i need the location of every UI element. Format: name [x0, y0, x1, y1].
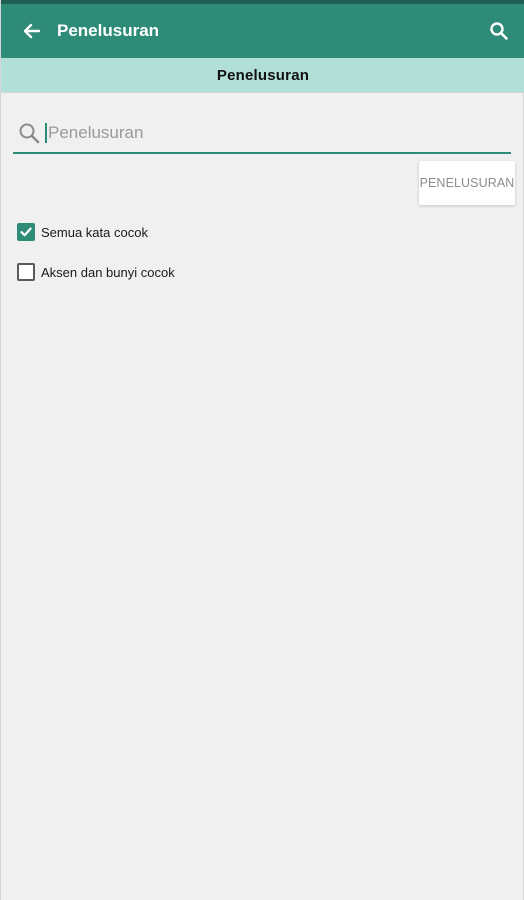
- option-label: Aksen dan bunyi cocok: [41, 264, 175, 280]
- search-submit-button[interactable]: PENELUSURAN: [419, 161, 515, 205]
- search-button[interactable]: [479, 4, 519, 58]
- search-icon: [490, 22, 508, 40]
- checkmark-icon: [20, 227, 32, 237]
- search-input[interactable]: [47, 118, 487, 148]
- magnifier-icon: [15, 119, 43, 147]
- option-all-words[interactable]: Semua kata cocok: [17, 222, 148, 242]
- checkbox-checked[interactable]: [17, 223, 35, 241]
- search-screen: Penelusuran Penelusuran PENELUSURAN Semu…: [0, 0, 524, 900]
- app-bar: Penelusuran: [1, 4, 524, 58]
- arrow-left-icon: [23, 23, 41, 39]
- option-accent-sound[interactable]: Aksen dan bunyi cocok: [17, 262, 175, 282]
- back-button[interactable]: [9, 4, 55, 58]
- section-title: Penelusuran: [216, 66, 310, 84]
- section-header: Penelusuran: [1, 58, 524, 93]
- option-label: Semua kata cocok: [41, 224, 148, 240]
- search-field[interactable]: [13, 114, 511, 154]
- page-title: Penelusuran: [57, 21, 160, 40]
- checkbox-unchecked[interactable]: [17, 263, 35, 281]
